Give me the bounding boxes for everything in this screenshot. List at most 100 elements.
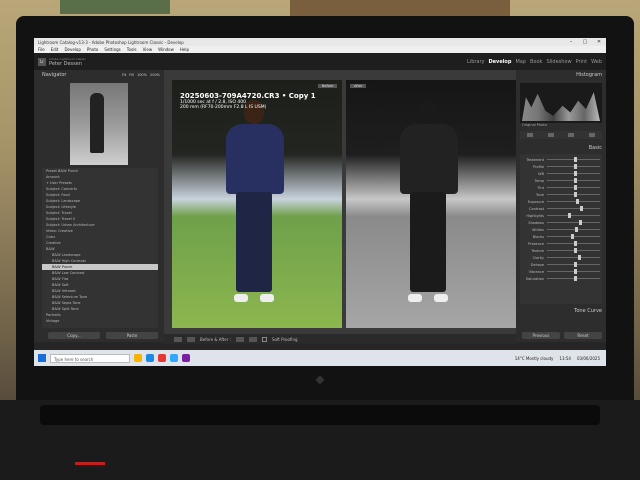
slider-track[interactable] (547, 213, 600, 218)
slider-row: Temp (522, 177, 600, 184)
after-image[interactable]: After (346, 80, 516, 328)
windows-taskbar: Type here to search 14°C Mostly cloudy 1… (34, 350, 606, 366)
slider-knob[interactable] (573, 276, 577, 281)
clock-date[interactable]: 03/06/2025 (577, 356, 600, 361)
slider-label: Blacks (532, 234, 544, 239)
slider-label: Saturation (525, 276, 544, 281)
navigator-preview[interactable] (70, 83, 128, 165)
menu-develop[interactable]: Develop (64, 47, 80, 52)
reset-button[interactable]: Reset (564, 332, 602, 339)
slider-knob[interactable] (573, 269, 577, 274)
zoom-200[interactable]: 200% (150, 73, 160, 77)
slider-knob[interactable] (577, 255, 581, 260)
before-after-icon[interactable] (187, 336, 195, 342)
menu-file[interactable]: File (38, 47, 45, 52)
slider-knob[interactable] (573, 164, 577, 169)
menu-edit[interactable]: Edit (51, 47, 59, 52)
slider-track[interactable] (547, 185, 600, 190)
slider-knob[interactable] (573, 241, 577, 246)
module-print[interactable]: Print (576, 59, 588, 65)
app-icon[interactable] (182, 354, 190, 362)
before-image[interactable]: 20250603-709A4720.CR3 • Copy 1 1/1000 se… (172, 80, 342, 328)
slider-knob[interactable] (573, 171, 577, 176)
module-web[interactable]: Web (591, 59, 602, 65)
preset-item[interactable]: Vintage (42, 318, 158, 324)
keyboard-led (75, 462, 105, 465)
module-develop[interactable]: Develop (489, 59, 512, 65)
slider-row: Shadows (522, 219, 600, 226)
slider-track[interactable] (547, 178, 600, 183)
slider-track[interactable] (547, 199, 600, 204)
slider-knob[interactable] (573, 248, 577, 253)
redeye-tool-icon[interactable] (568, 133, 575, 137)
slider-knob[interactable] (570, 234, 574, 239)
minimize-button[interactable]: – (564, 39, 578, 45)
basic-header[interactable]: Basic (516, 143, 606, 152)
slider-track[interactable] (547, 234, 600, 239)
menu-tools[interactable]: Tools (127, 47, 137, 52)
slider-knob[interactable] (573, 185, 577, 190)
slider-label: Whites (531, 227, 544, 232)
zoom-fill[interactable]: Fill (129, 73, 134, 77)
maximize-button[interactable]: □ (578, 39, 592, 45)
navigator-header[interactable]: Navigator Fit Fill 100% 200% (34, 70, 164, 79)
module-map[interactable]: Map (515, 59, 526, 65)
slider-track[interactable] (547, 241, 600, 246)
module-slideshow[interactable]: Slideshow (546, 59, 571, 65)
clock-time[interactable]: 13:54 (559, 356, 571, 361)
slider-knob[interactable] (576, 199, 580, 204)
slider-track[interactable] (547, 157, 600, 162)
menu-view[interactable]: View (143, 47, 153, 52)
slider-knob[interactable] (578, 220, 582, 225)
zoom-fit[interactable]: Fit (122, 73, 126, 77)
slider-track[interactable] (547, 171, 600, 176)
slider-track[interactable] (547, 164, 600, 169)
slider-track[interactable] (547, 192, 600, 197)
slider-knob[interactable] (573, 262, 577, 267)
slider-track[interactable] (547, 248, 600, 253)
slider-track[interactable] (547, 255, 600, 260)
swap-icon[interactable] (235, 336, 244, 342)
slider-track[interactable] (547, 227, 600, 232)
slider-track[interactable] (547, 262, 600, 267)
menu-photo[interactable]: Photo (87, 47, 98, 52)
slider-row: Whites (522, 226, 600, 233)
loupe-view-icon[interactable] (174, 336, 182, 342)
menu-help[interactable]: Help (180, 47, 189, 52)
file-explorer-icon[interactable] (134, 354, 142, 362)
slider-row: Contrast (522, 205, 600, 212)
soft-proofing-checkbox[interactable] (261, 336, 267, 342)
close-button[interactable]: ✕ (592, 39, 606, 45)
module-library[interactable]: Library (467, 59, 484, 65)
menu-window[interactable]: Window (158, 47, 174, 52)
edge-icon[interactable] (146, 354, 154, 362)
slider-knob[interactable] (573, 157, 577, 162)
tone-curve-header[interactable]: Tone Curve (516, 306, 606, 315)
slider-knob[interactable] (568, 213, 572, 218)
histogram-header[interactable]: Histogram (516, 70, 606, 79)
heal-tool-icon[interactable] (547, 133, 554, 137)
crop-tool-icon[interactable] (527, 133, 534, 137)
module-book[interactable]: Book (530, 59, 542, 65)
slider-track[interactable] (547, 206, 600, 211)
slider-track[interactable] (547, 220, 600, 225)
slider-knob[interactable] (579, 206, 583, 211)
windows-start-icon[interactable] (38, 354, 46, 362)
slider-knob[interactable] (573, 178, 577, 183)
weather-widget[interactable]: 14°C Mostly cloudy (515, 356, 554, 361)
zoom-100[interactable]: 100% (137, 73, 147, 77)
slider-knob[interactable] (573, 192, 577, 197)
lightroom-taskbar-icon[interactable] (170, 354, 178, 362)
copy-settings-icon[interactable] (248, 336, 257, 342)
menu-settings[interactable]: Settings (104, 47, 120, 52)
taskbar-search[interactable]: Type here to search (50, 353, 130, 363)
slider-knob[interactable] (574, 227, 578, 232)
masking-tool-icon[interactable] (588, 133, 595, 137)
slider-track[interactable] (547, 276, 600, 281)
histogram[interactable] (520, 83, 602, 123)
copy-button[interactable]: Copy... (48, 332, 100, 339)
slider-track[interactable] (547, 269, 600, 274)
previous-button[interactable]: Previous (522, 332, 560, 339)
paste-button[interactable]: Paste (106, 332, 158, 339)
chrome-icon[interactable] (158, 354, 166, 362)
